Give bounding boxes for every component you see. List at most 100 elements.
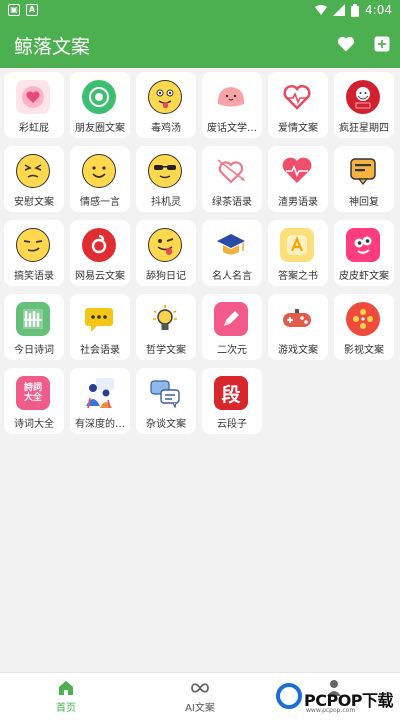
notification-icons: ▣ A: [8, 4, 38, 16]
category-tile[interactable]: 疯狂星期四: [334, 72, 394, 138]
arrow-heart-icon: [214, 154, 248, 188]
category-tile[interactable]: 安慰文案: [4, 146, 64, 212]
nav-home[interactable]: 首页: [26, 679, 106, 719]
poetry-icon: [16, 302, 50, 336]
wifi-icon: [315, 5, 328, 15]
category-label: 搞笑语录: [14, 271, 54, 282]
category-tile[interactable]: 有深度的…: [70, 368, 130, 434]
category-tile[interactable]: 二次元: [202, 294, 262, 360]
infinity-icon: [191, 683, 209, 693]
chat-bubbles-icon: [148, 376, 182, 410]
category-tile[interactable]: 朋友圈文案: [70, 72, 130, 138]
category-tile[interactable]: 社会语录: [70, 294, 130, 360]
nav-ai-label: AI文案: [185, 703, 215, 714]
category-tile[interactable]: 情感一言: [70, 146, 130, 212]
wink-tongue-face-icon: [148, 228, 182, 262]
category-tile[interactable]: 皮皮虾文案: [334, 220, 394, 286]
sunglasses-face-icon: [148, 154, 182, 188]
graduation-cap-icon: [214, 228, 248, 262]
duan-icon: 段: [214, 376, 248, 410]
category-label: 朋友圈文案: [75, 123, 125, 134]
a-notification-icon: A: [26, 4, 38, 16]
category-label: 渣男语录: [278, 197, 318, 208]
watermark-sub: www.pcpop.com: [306, 707, 356, 714]
category-tile[interactable]: 渣男语录: [268, 146, 328, 212]
signal-icon: [333, 4, 346, 16]
category-label: 云段子: [217, 419, 247, 430]
category-tile[interactable]: 爱情文案: [268, 72, 328, 138]
category-tile[interactable]: 网易云文案: [70, 220, 130, 286]
category-label: 网易云文案: [75, 271, 125, 282]
category-tile[interactable]: 游戏文案: [268, 294, 328, 360]
category-label: 杂谈文案: [146, 419, 186, 430]
category-tile[interactable]: 舔狗日记: [136, 220, 196, 286]
category-tile[interactable]: 废话文学…: [202, 72, 262, 138]
category-tile[interactable]: 神回复: [334, 146, 394, 212]
category-label: 神回复: [349, 197, 379, 208]
category-label: 毒鸡汤: [151, 123, 181, 134]
category-label: 彩虹屁: [19, 123, 49, 134]
people-thinking-icon: [82, 376, 116, 410]
category-tile[interactable]: 答案之书: [268, 220, 328, 286]
poetry-collection-icon: 詩詞大全: [16, 376, 50, 410]
heart-pulse-icon: [280, 80, 314, 114]
film-reel-icon: [346, 302, 380, 336]
status-time: 4:04: [365, 3, 392, 17]
add-square-icon[interactable]: [372, 34, 392, 54]
system-icons: 4:04: [315, 3, 392, 17]
category-tile[interactable]: 抖机灵: [136, 146, 196, 212]
netease-music-icon: [82, 228, 116, 262]
kfc-logo-icon: [346, 80, 380, 114]
category-tile[interactable]: 搞笑语录: [4, 220, 64, 286]
green-aperture-icon: [82, 80, 116, 114]
category-label: 抖机灵: [151, 197, 181, 208]
category-label: 社会语录: [80, 345, 120, 356]
gallery-notification-icon: ▣: [8, 4, 20, 16]
category-tile[interactable]: 毒鸡汤: [136, 72, 196, 138]
category-tile[interactable]: 哲学文案: [136, 294, 196, 360]
home-icon: [59, 681, 73, 695]
message-icon: [82, 302, 116, 336]
page-title: 鲸落文案: [14, 36, 91, 58]
category-tile[interactable]: 影视文案: [334, 294, 394, 360]
squint-face-icon: [16, 154, 50, 188]
category-label: 今日诗词: [14, 345, 54, 356]
category-label: 有深度的…: [75, 419, 125, 430]
category-tile[interactable]: 今日诗词: [4, 294, 64, 360]
category-label: 爱情文案: [278, 123, 318, 134]
category-label: 答案之书: [278, 271, 318, 282]
chat-bubble-icon: [346, 154, 380, 188]
heartbeat-icon: [280, 154, 314, 188]
category-label: 二次元: [217, 345, 247, 356]
watermark: PCPOP下载 www.pcpop.com: [276, 683, 398, 717]
category-label: 影视文案: [344, 345, 384, 356]
category-tile[interactable]: 杂谈文案: [136, 368, 196, 434]
nav-home-label: 首页: [56, 703, 76, 714]
category-label: 情感一言: [80, 197, 120, 208]
category-label: 绿茶语录: [212, 197, 252, 208]
category-label: 疯狂星期四: [339, 123, 389, 134]
category-tile[interactable]: 段 云段子: [202, 368, 262, 434]
category-tile[interactable]: 彩虹屁: [4, 72, 64, 138]
nav-ai[interactable]: AI文案: [160, 679, 240, 719]
category-label: 诗词大全: [14, 419, 54, 430]
pipixia-icon: [346, 228, 380, 262]
battery-icon: [351, 3, 360, 17]
category-label: 舔狗日记: [146, 271, 186, 282]
pink-heart-icon: [16, 80, 50, 114]
category-label: 哲学文案: [146, 345, 186, 356]
category-label: 皮皮虾文案: [339, 271, 389, 282]
pink-blob-icon: [214, 80, 248, 114]
app-bar: 鲸落文案: [0, 22, 400, 68]
tongue-face-icon: [148, 80, 182, 114]
answer-book-icon: [280, 228, 314, 262]
category-tile[interactable]: 名人名言: [202, 220, 262, 286]
pcpop-logo-icon: [276, 683, 302, 709]
smile-face-icon: [82, 154, 116, 188]
category-tile[interactable]: 绿茶语录: [202, 146, 262, 212]
category-label: 名人名言: [212, 271, 252, 282]
smirk-face-icon: [16, 228, 50, 262]
category-tile[interactable]: 詩詞大全 诗词大全: [4, 368, 64, 434]
category-label: 废话文学…: [207, 123, 257, 134]
heart-icon[interactable]: [336, 34, 356, 54]
